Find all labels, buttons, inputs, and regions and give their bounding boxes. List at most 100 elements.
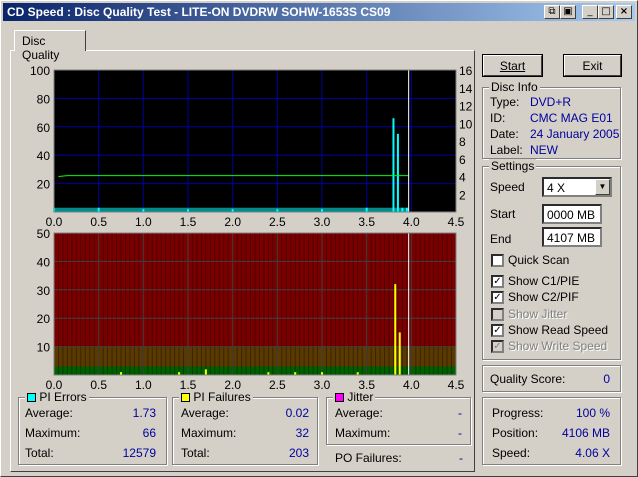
pi-failures-maximum: 32 <box>295 426 309 440</box>
po-failures-label: PO Failures: <box>335 451 402 465</box>
plot-area <box>54 70 456 212</box>
quick-scan-label: Quick Scan <box>508 253 570 267</box>
quality-score-group: Quality Score: 0 <box>482 365 621 392</box>
y-tick-label: 40 <box>37 255 51 269</box>
save-icon[interactable]: ▣ <box>560 5 576 19</box>
quick-scan-checkbox[interactable] <box>491 254 504 267</box>
speed-select[interactable]: 4 X ▼ <box>542 177 612 197</box>
end-input[interactable]: 4107 MB <box>542 227 602 247</box>
pi-failures-legend: PI Failures <box>179 390 253 404</box>
show-read-speed-label: Show Read Speed <box>508 323 609 337</box>
pi-errors-average: 1.73 <box>132 406 156 420</box>
avg-label: Average: <box>181 406 229 420</box>
start-input[interactable]: 0000 MB <box>542 204 602 224</box>
show-jitter-checkbox[interactable] <box>491 308 504 321</box>
x-tick-label: 1.0 <box>135 378 152 391</box>
pi-errors-legend: PI Errors <box>25 390 89 404</box>
start-input-value: 0000 MB <box>547 208 596 222</box>
show-c2-checkbox[interactable]: ✓ <box>491 291 504 304</box>
maximize-icon[interactable]: □ <box>598 5 614 19</box>
id-label: ID: <box>490 111 506 125</box>
y-tick-label: 40 <box>37 149 51 163</box>
type-label: Type: <box>490 95 520 109</box>
show-write-speed-label: Show Write Speed <box>508 339 608 353</box>
y2-tick-label: 6 <box>459 153 466 167</box>
pi-errors-group: PI Errors Average: 1.73 Maximum: 66 Tota… <box>18 390 167 465</box>
jitter-swatch <box>335 393 344 402</box>
show-c1-checkbox[interactable]: ✓ <box>491 275 504 288</box>
current-speed-value: 4.06 X <box>575 446 610 460</box>
pi-failures-total: 203 <box>288 446 309 460</box>
window-title: CD Speed : Disc Quality Test - LITE-ON D… <box>7 5 391 19</box>
show-write-speed-checkbox[interactable]: ✓ <box>491 340 504 353</box>
show-read-speed-checkbox[interactable]: ✓ <box>491 324 504 337</box>
position-value: 4106 MB <box>561 426 610 440</box>
y2-tick-label: 4 <box>459 171 466 185</box>
x-tick-label: 4.5 <box>448 378 465 391</box>
x-tick-label: 2.5 <box>269 378 286 391</box>
x-tick-label: 4.0 <box>403 378 420 391</box>
pi-errors-chart: 0.0 0.5 1.0 1.5 2.0 2.5 3.0 3.5 4.0 4.52040608010… <box>30 64 473 228</box>
quality-score-value: 0 <box>603 372 610 386</box>
total-label: Total: <box>181 446 210 460</box>
disc-info-group: Disc Info Type: DVD+R ID: CMC MAG E01 Da… <box>482 80 621 159</box>
y2-tick-label: 2 <box>459 188 466 202</box>
copy-icon[interactable]: ⧉ <box>544 5 560 19</box>
po-failures-value: - <box>459 451 463 465</box>
disc-info-legend: Disc Info <box>489 80 540 94</box>
y-tick-label: 30 <box>37 284 51 298</box>
disc-id-value: CMC MAG E01 <box>530 111 613 125</box>
show-jitter-label: Show Jitter <box>508 307 568 321</box>
disc-type-value: DVD+R <box>530 95 572 109</box>
jitter-title: Jitter <box>347 390 374 404</box>
total-label: Total: <box>25 446 54 460</box>
speed-label: Speed: <box>492 446 531 460</box>
jitter-group: Jitter Average: - Maximum: - <box>326 390 471 445</box>
label-label: Label: <box>490 143 523 157</box>
y2-tick-label: 16 <box>459 64 473 78</box>
tab-label: Disc Quality <box>22 34 60 62</box>
max-label: Maximum: <box>335 426 391 440</box>
position-label: Position: <box>492 426 539 440</box>
quality-score-label: Quality Score: <box>490 372 566 386</box>
exit-button-label: Exit <box>582 59 603 73</box>
pi-errors-title: PI Errors <box>39 390 87 404</box>
progress-group: Progress: 100 % Position: 4106 MB Speed:… <box>482 397 621 465</box>
pi-failures-swatch <box>181 393 190 402</box>
x-tick-label: 3.0 <box>314 378 331 391</box>
y2-tick-label: 8 <box>459 135 466 149</box>
start-button[interactable]: Start <box>483 55 542 76</box>
pi-failures-average: 0.02 <box>285 406 309 420</box>
y-tick-label: 10 <box>37 341 51 355</box>
minimize-icon[interactable]: _ <box>582 5 598 19</box>
y-tick-label: 20 <box>37 312 51 326</box>
start-button-label: Start <box>499 59 526 73</box>
pi-errors-swatch <box>27 393 36 402</box>
speed-select-value: 4 X <box>547 181 566 195</box>
progress-label: Progress: <box>492 406 544 420</box>
y-tick-label: 50 <box>37 227 51 241</box>
jitter-maximum: - <box>458 426 462 440</box>
max-label: Maximum: <box>181 426 237 440</box>
pi-failures-chart: 0.0 0.5 1.0 1.5 2.0 2.5 3.0 3.5 4.0 4.51020304050 <box>37 227 465 391</box>
settings-legend: Settings <box>489 159 537 173</box>
tab-disc-quality[interactable]: Disc Quality <box>14 30 86 62</box>
title-bar[interactable]: CD Speed : Disc Quality Test - LITE-ON D… <box>3 3 635 21</box>
jitter-legend: Jitter <box>333 390 376 404</box>
pi-errors-total: 12579 <box>122 446 156 460</box>
pi-errors-maximum: 66 <box>142 426 156 440</box>
speed-label: Speed <box>490 180 525 194</box>
disc-label-value: NEW <box>530 143 558 157</box>
pi-failures-title: PI Failures <box>193 390 251 404</box>
exit-button[interactable]: Exit <box>564 55 621 76</box>
chevron-down-icon[interactable]: ▼ <box>595 179 610 195</box>
progress-value: 100 % <box>575 406 610 420</box>
jitter-average: - <box>458 406 462 420</box>
start-label: Start <box>490 207 516 221</box>
y-tick-label: 100 <box>30 64 50 78</box>
close-icon[interactable]: × <box>616 5 632 19</box>
y-tick-label: 60 <box>37 121 51 135</box>
avg-label: Average: <box>335 406 383 420</box>
y-tick-label: 80 <box>37 92 51 106</box>
app-window: CD Speed : Disc Quality Test - LITE-ON D… <box>0 0 638 477</box>
